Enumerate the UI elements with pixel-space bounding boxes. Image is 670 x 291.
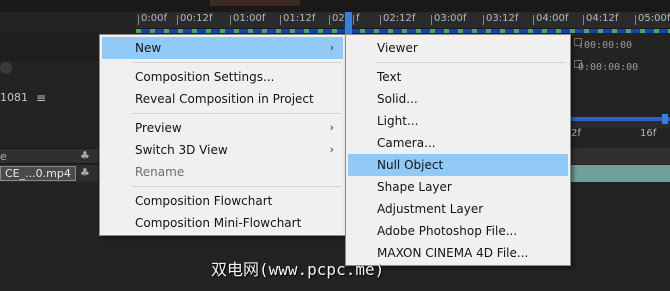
- ruler-tick: 04:00f: [532, 13, 569, 25]
- left-toolbar: [0, 33, 98, 61]
- header-left: e: [0, 150, 7, 163]
- timecode-readout: :00:00:00: [578, 40, 633, 51]
- ruler-tick: 2f: [571, 128, 581, 139]
- menu-item-label: Switch 3D View: [135, 143, 228, 157]
- menu-item-composition-settings[interactable]: Composition Settings...: [102, 66, 343, 88]
- submenu-item-camera[interactable]: Camera...: [348, 132, 568, 154]
- time-ruler[interactable]: 0:00f 00:12f 01:00f 01:12f 02: f 02:12f …: [136, 12, 670, 29]
- ruler-tick: 01:12f: [279, 13, 316, 25]
- menu-item-label: Adobe Photoshop File...: [377, 224, 518, 238]
- menu-item-label: Camera...: [377, 136, 436, 150]
- menu-item-label: MAXON CINEMA 4D File...: [377, 246, 529, 260]
- menu-item-rename: Rename: [102, 161, 343, 183]
- layer-work-area[interactable]: [570, 117, 670, 121]
- ruler-tick: 03:12f: [482, 13, 519, 25]
- submenu-item-text[interactable]: Text: [348, 66, 568, 88]
- timecode-readout-2: 0:00:00:00: [578, 62, 639, 73]
- submenu-item-null-object[interactable]: Null Object: [348, 154, 568, 176]
- work-area-end-handle[interactable]: [662, 114, 668, 124]
- shy-switch-icon[interactable]: ♣: [80, 149, 90, 162]
- ruler-tick: 03:00f: [430, 13, 467, 25]
- render-cache-indicator: [136, 29, 670, 33]
- menu-item-switch-3d-view[interactable]: Switch 3D View ›: [102, 139, 343, 161]
- scroll-knob[interactable]: [0, 62, 12, 74]
- menu-separator: [376, 62, 566, 63]
- menu-item-label: Reveal Composition in Project: [135, 92, 314, 106]
- menu-item-label: Composition Flowchart: [135, 194, 273, 208]
- menu-item-label: Composition Settings...: [135, 70, 275, 84]
- menu-item-label: Null Object: [377, 158, 444, 172]
- ruler-tick: 01:00f: [229, 13, 266, 25]
- new-submenu: Viewer Text Solid... Light... Camera... …: [345, 34, 571, 266]
- menu-separator: [132, 186, 341, 187]
- timeline-header: [570, 148, 670, 164]
- layer-column-header: e ♣: [0, 148, 98, 164]
- submenu-item-solid[interactable]: Solid...: [348, 88, 568, 110]
- ruler-tick: 16f: [640, 128, 657, 139]
- menu-separator: [132, 113, 341, 114]
- layer-switch-icon[interactable]: ♣: [80, 166, 90, 179]
- menu-item-preview[interactable]: Preview ›: [102, 117, 343, 139]
- menu-item-new[interactable]: New ›: [102, 37, 343, 59]
- top-strip: [0, 0, 670, 12]
- menu-item-label: Shape Layer: [377, 180, 452, 194]
- submenu-item-photoshop-file[interactable]: Adobe Photoshop File...: [348, 220, 568, 242]
- layer-row[interactable]: CE_...0.mp4 ♣: [0, 165, 98, 182]
- chevron-right-icon: ›: [329, 121, 334, 134]
- submenu-item-adjustment-layer[interactable]: Adjustment Layer: [348, 198, 568, 220]
- ruler-tick: 0:00f: [138, 13, 167, 25]
- watermark: 双电网(www.pcpc.me): [211, 260, 385, 279]
- ruler-tick: 05:00f: [634, 13, 670, 25]
- menu-item-label: Adjustment Layer: [377, 202, 484, 216]
- ruler-tick: 00:12f: [176, 13, 213, 25]
- menu-item-label: Composition Mini-Flowchart: [135, 216, 302, 230]
- submenu-item-viewer[interactable]: Viewer: [348, 37, 568, 59]
- ruler-tick: 02:12f: [379, 13, 416, 25]
- menu-item-label: Rename: [135, 165, 185, 179]
- menu-item-label: Text: [377, 70, 402, 84]
- menu-item-label: Solid...: [377, 92, 418, 106]
- menu-item-composition-mini-flowchart[interactable]: Composition Mini-Flowchart: [102, 212, 343, 234]
- menu-item-label: Viewer: [377, 41, 418, 55]
- composition-tab-label[interactable]: 1081: [0, 91, 28, 104]
- submenu-item-light[interactable]: Light...: [348, 110, 568, 132]
- menu-item-label: New: [135, 41, 162, 55]
- viewer-edge: [210, 0, 300, 6]
- ruler-tick: f: [353, 13, 360, 25]
- submenu-item-shape-layer[interactable]: Shape Layer: [348, 176, 568, 198]
- layer-duration-bar[interactable]: [570, 165, 670, 182]
- menu-item-reveal-composition[interactable]: Reveal Composition in Project: [102, 88, 343, 110]
- layer-name[interactable]: CE_...0.mp4: [0, 166, 76, 181]
- menu-item-label: Preview: [135, 121, 182, 135]
- chevron-right-icon: ›: [329, 143, 334, 156]
- current-time-indicator[interactable]: [345, 12, 352, 34]
- menu-item-composition-flowchart[interactable]: Composition Flowchart: [102, 190, 343, 212]
- ruler-tick: 04:12f: [582, 13, 619, 25]
- menu-item-label: Light...: [377, 114, 419, 128]
- menu-separator: [132, 62, 341, 63]
- chevron-right-icon: ›: [329, 41, 334, 54]
- panel-menu-icon[interactable]: ≡: [36, 91, 46, 105]
- context-menu: New › Composition Settings... Reveal Comp…: [99, 34, 346, 236]
